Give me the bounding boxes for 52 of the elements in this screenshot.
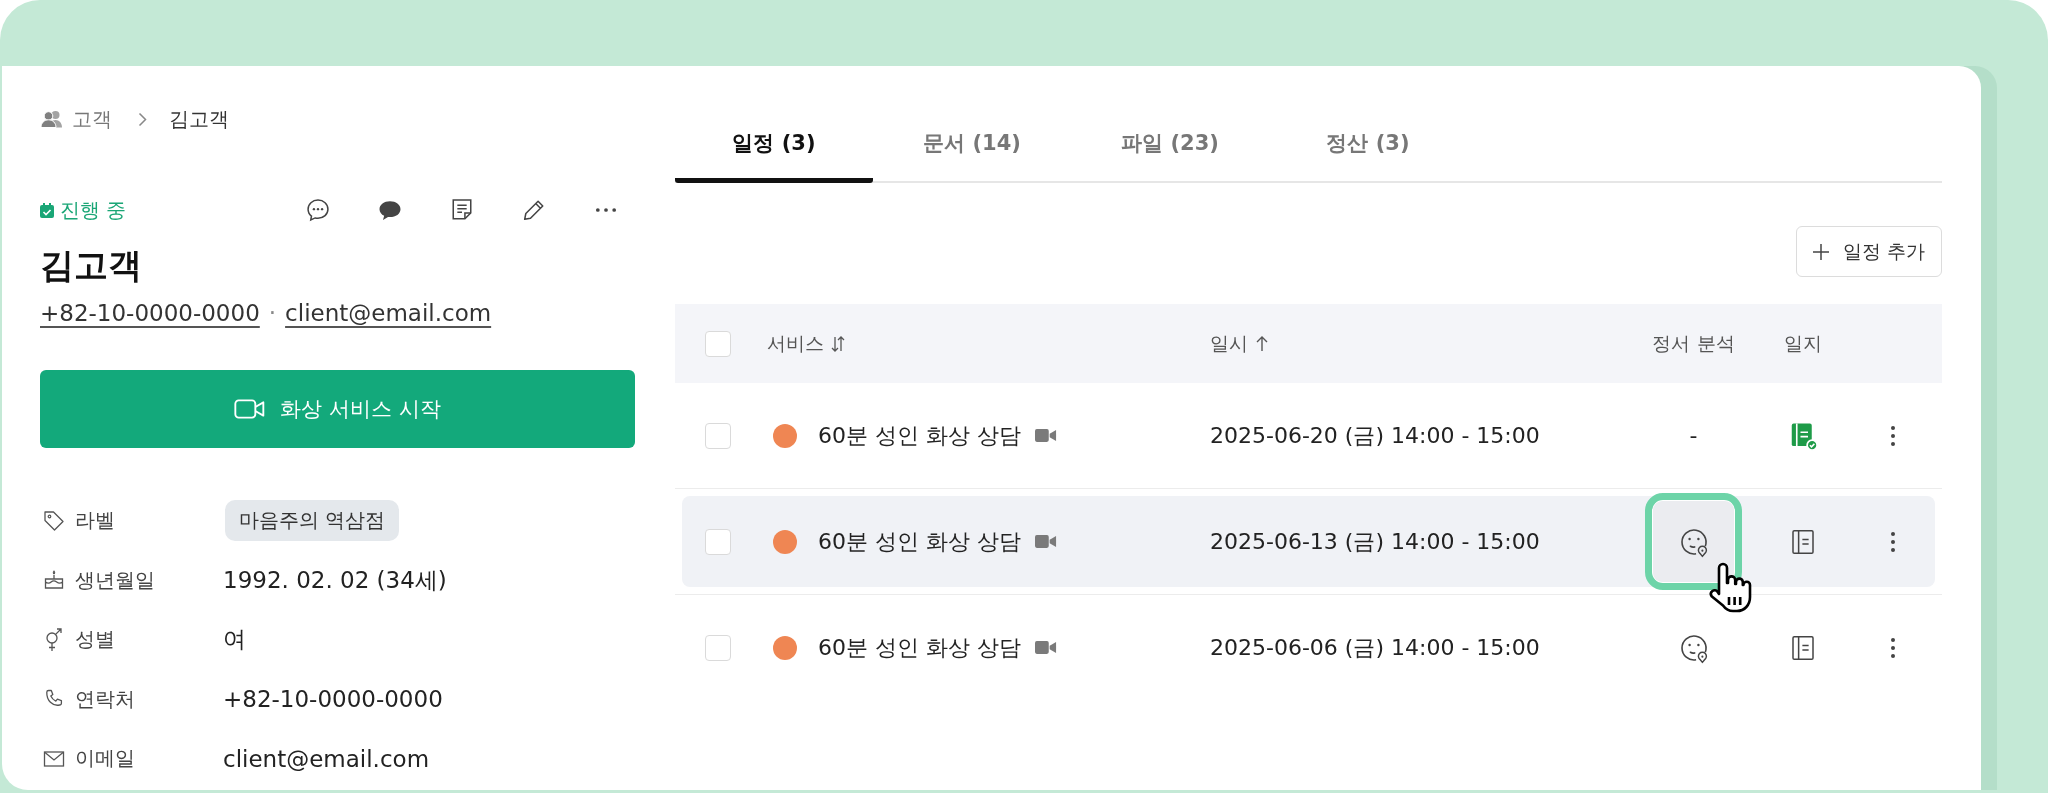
tab[interactable]: 정산 (3)	[1269, 104, 1467, 183]
tag-icon	[42, 508, 66, 533]
date-time: 2025-06-13 (금) 14:00 - 15:00	[1210, 528, 1540, 554]
sort-icon[interactable]	[830, 334, 846, 353]
service-name: 60분 성인 화상 상담	[818, 527, 1021, 556]
column-header[interactable]: 일지	[1784, 330, 1822, 357]
empty-value: -	[1689, 423, 1698, 448]
field-label: 라벨	[75, 507, 115, 535]
checkbox[interactable]	[705, 634, 731, 661]
tab[interactable]: 파일 (23)	[1071, 104, 1269, 183]
add-schedule-button[interactable]: 일정 추가	[1795, 226, 1942, 277]
field-label: 연락처	[75, 685, 135, 713]
field-value: +82-10-0000-0000	[223, 686, 443, 713]
column-header[interactable]: 정서 분석	[1652, 330, 1735, 357]
column-header[interactable]: 서비스	[767, 330, 824, 357]
separator-dot: ·	[268, 299, 277, 327]
chat-bubble-dots-icon[interactable]	[304, 196, 332, 224]
status-label: 진행 중	[60, 196, 127, 224]
people-icon	[40, 110, 64, 128]
email-link[interactable]: client@email.com	[285, 299, 492, 327]
label-tag: 마음주의 역삼점	[225, 500, 400, 542]
emotion-analysis-button[interactable]	[1653, 501, 1734, 582]
breadcrumb-current: 김고객	[169, 105, 229, 133]
more-vertical-icon[interactable]	[1889, 424, 1896, 447]
plus-icon	[1810, 241, 1831, 262]
chevron-right-icon	[138, 111, 147, 127]
table-row[interactable]: 60분 성인 화상 상담 2025-06-06 (금) 14:00 - 15:00	[682, 602, 1935, 693]
more-vertical-icon[interactable]	[1889, 636, 1896, 659]
table-row[interactable]: 60분 성인 화상 상담 2025-06-20 (금) 14:00 - 15:00 -	[682, 390, 1935, 481]
checkbox[interactable]	[705, 528, 731, 555]
client-name: 김고객	[40, 244, 143, 286]
tab[interactable]: 문서 (14)	[873, 104, 1071, 183]
field-value: 여	[223, 625, 246, 655]
service-name: 60분 성인 화상 상담	[818, 633, 1021, 662]
date-time: 2025-06-06 (금) 14:00 - 15:00	[1210, 634, 1540, 660]
more-vertical-icon[interactable]	[1889, 530, 1896, 553]
arrow-up-icon[interactable]	[1254, 334, 1270, 353]
calendar-check-icon	[40, 202, 54, 218]
tab[interactable]: 일정 (3)	[675, 104, 873, 183]
field-value: client@email.com	[223, 745, 430, 772]
field-value: 1992. 02. 02 (34세)	[223, 565, 447, 595]
phone-link[interactable]: +82-10-0000-0000	[40, 299, 260, 327]
column-header[interactable]: 일시	[1210, 330, 1248, 357]
field-label: 생년월일	[75, 566, 155, 594]
video-camera-icon	[234, 397, 267, 421]
checkbox[interactable]	[705, 330, 731, 357]
field-label: 이메일	[75, 745, 135, 773]
checkbox[interactable]	[705, 422, 731, 449]
service-name: 60분 성인 화상 상담	[818, 421, 1021, 450]
field-label: 성별	[75, 626, 115, 654]
date-time: 2025-06-20 (금) 14:00 - 15:00	[1210, 422, 1540, 448]
breadcrumb-link[interactable]: 고객	[72, 105, 112, 133]
